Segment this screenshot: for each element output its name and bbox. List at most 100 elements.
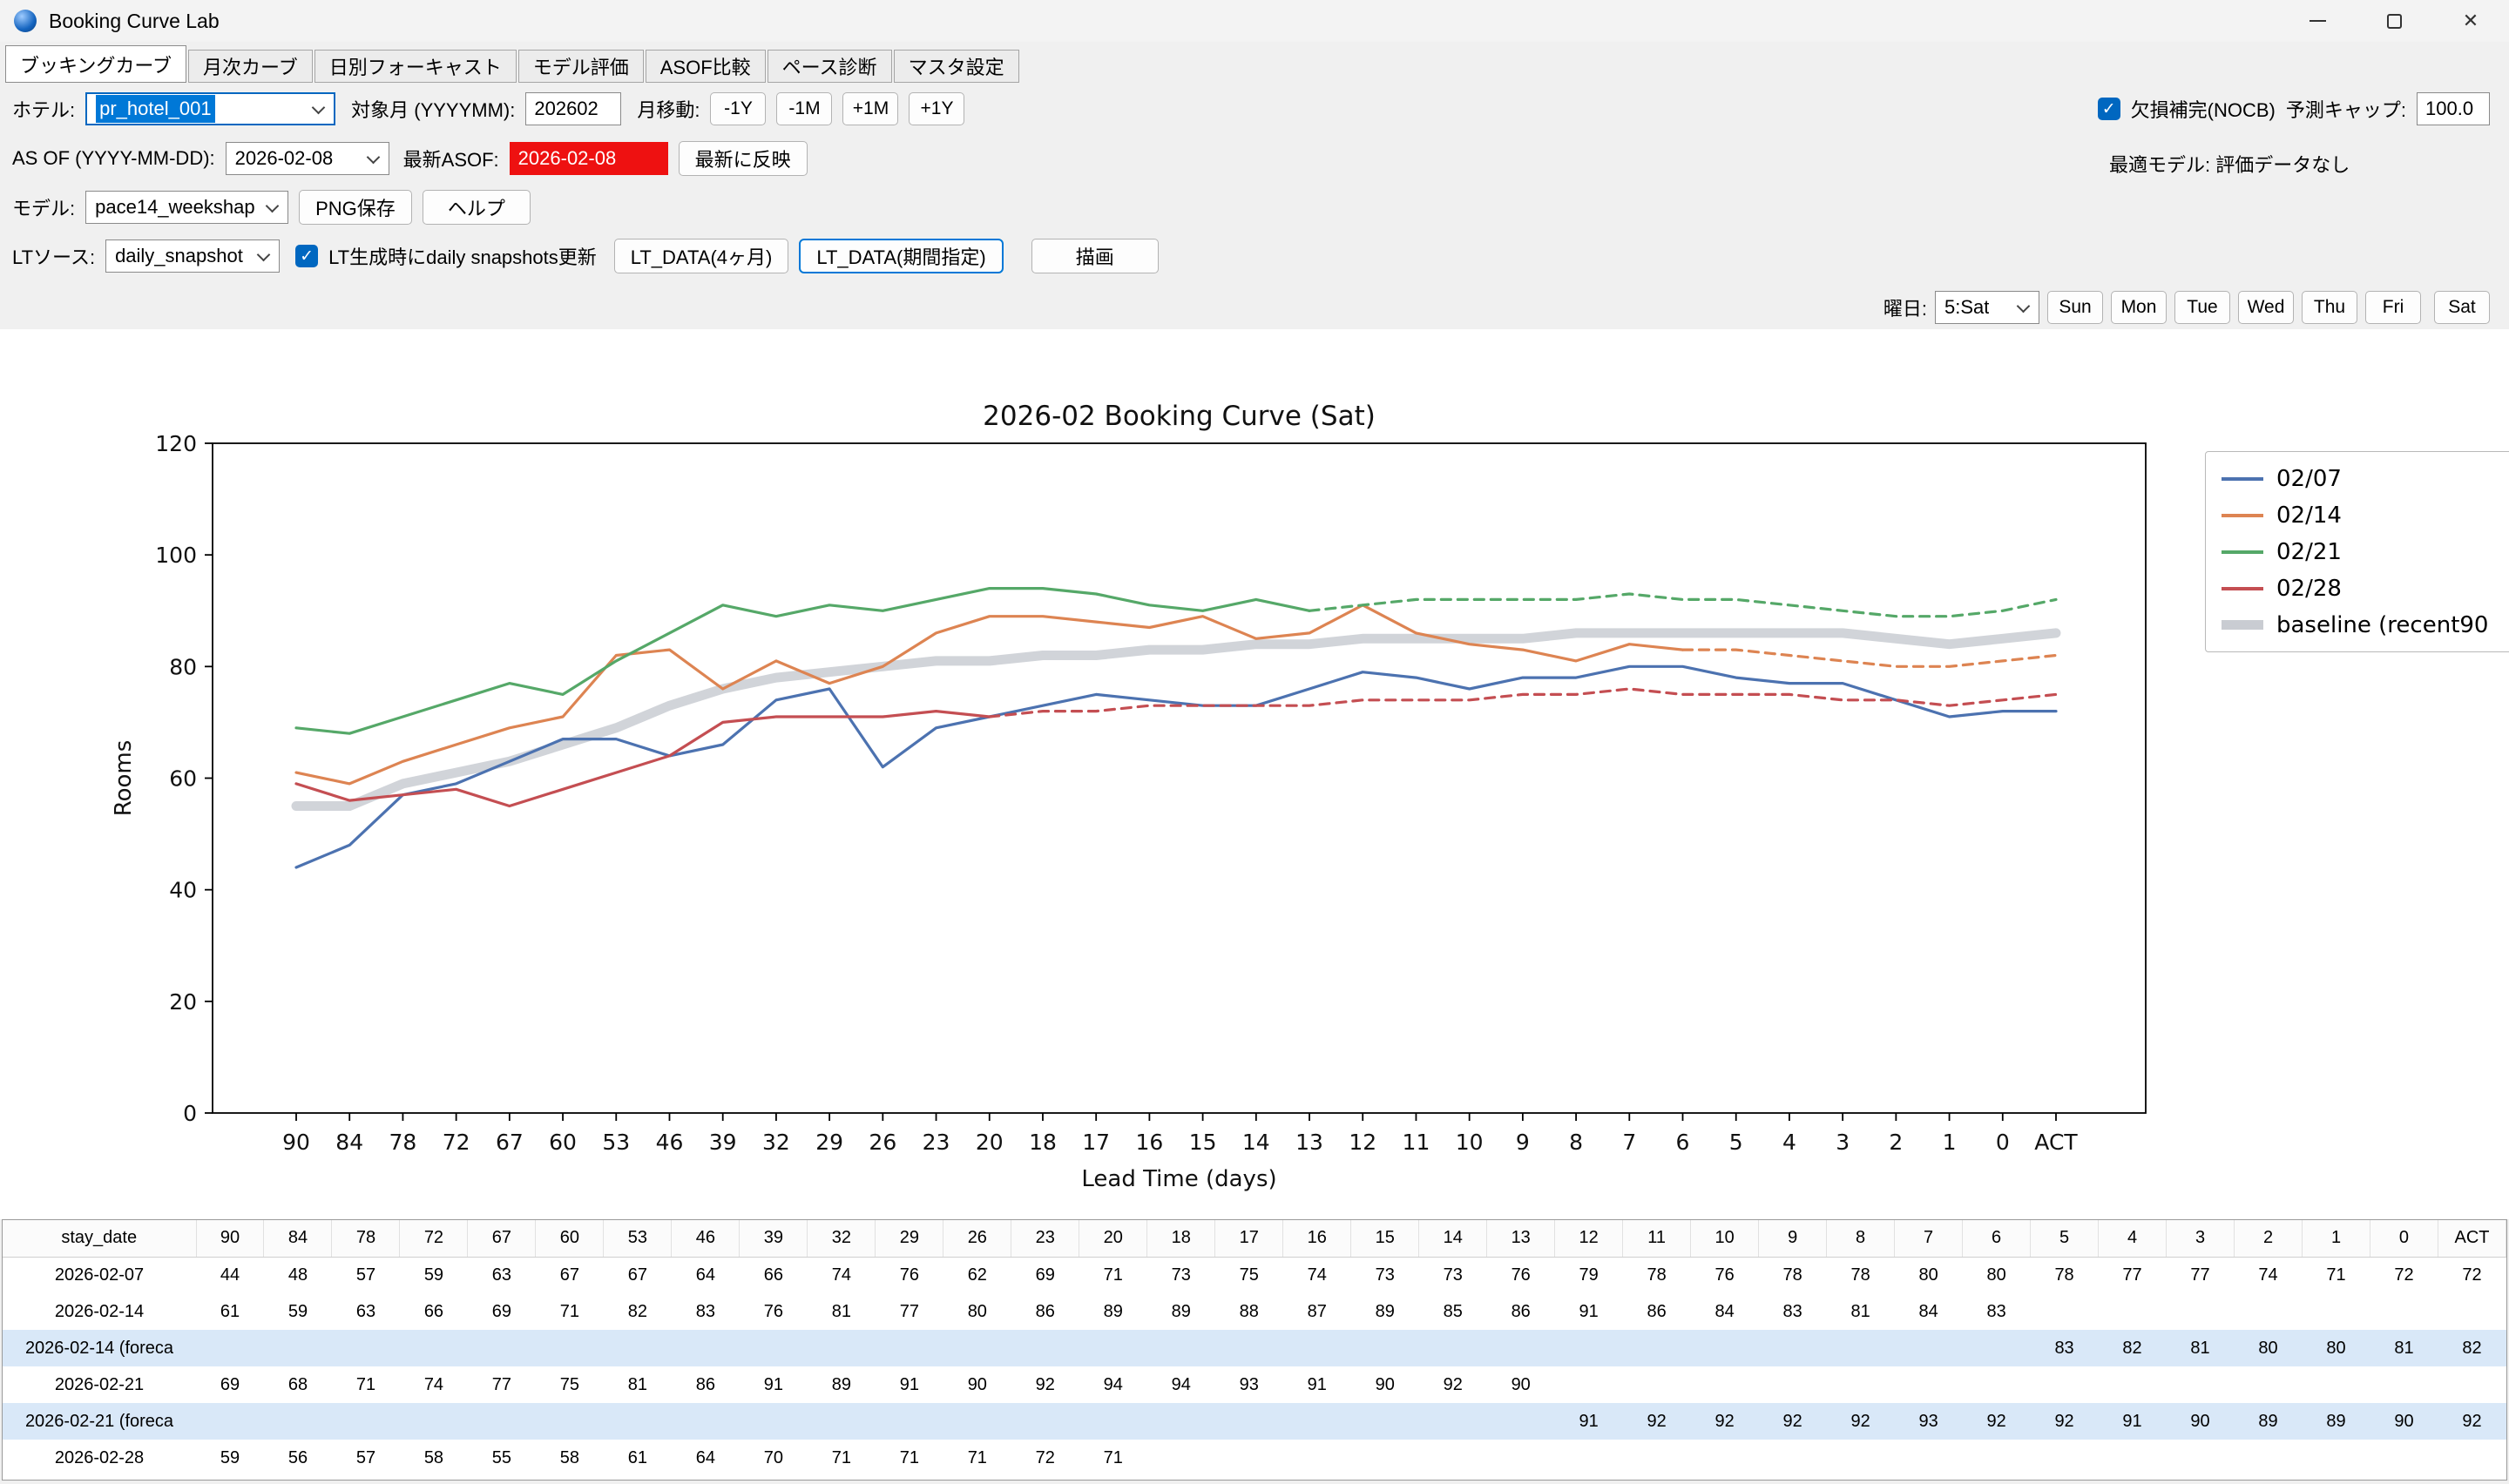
- column-header-53[interactable]: 53: [604, 1220, 672, 1257]
- svg-text:0: 0: [183, 1101, 197, 1126]
- column-header-18[interactable]: 18: [1147, 1220, 1215, 1257]
- column-header-67[interactable]: 67: [468, 1220, 536, 1257]
- value-cell: 93: [1895, 1403, 1963, 1440]
- dropdown-arrow-icon: [366, 150, 380, 164]
- column-header-1[interactable]: 1: [2303, 1220, 2370, 1257]
- tab-asof-compare[interactable]: ASOF比較: [646, 50, 766, 83]
- column-header-3[interactable]: 3: [2167, 1220, 2235, 1257]
- app-icon: [14, 10, 37, 32]
- column-header-12[interactable]: 12: [1555, 1220, 1623, 1257]
- column-header-15[interactable]: 15: [1351, 1220, 1419, 1257]
- tab-daily-forecast[interactable]: 日別フォーキャスト: [314, 50, 517, 83]
- draw-button[interactable]: 描画: [1031, 239, 1159, 273]
- column-header-13[interactable]: 13: [1487, 1220, 1555, 1257]
- table-row[interactable]: 2026-02-21 (foreca9192929292939292919089…: [3, 1403, 2506, 1440]
- weekday-select[interactable]: 5:Sat: [1935, 291, 2039, 324]
- value-cell: [1759, 1330, 1827, 1366]
- column-header-14[interactable]: 14: [1419, 1220, 1487, 1257]
- column-header-7[interactable]: 7: [1895, 1220, 1963, 1257]
- value-cell: 79: [1555, 1257, 1623, 1293]
- column-header-46[interactable]: 46: [672, 1220, 740, 1257]
- column-header-2[interactable]: 2: [2235, 1220, 2303, 1257]
- column-header-78[interactable]: 78: [332, 1220, 400, 1257]
- help-button[interactable]: ヘルプ: [423, 190, 531, 225]
- weekday-wed-button[interactable]: Wed: [2238, 291, 2294, 324]
- column-header-26[interactable]: 26: [943, 1220, 1011, 1257]
- shift-minus-1y-button[interactable]: -1Y: [710, 92, 766, 125]
- value-cell: [876, 1403, 943, 1440]
- value-cell: 81: [2167, 1330, 2235, 1366]
- weekday-sat-button[interactable]: Sat: [2434, 291, 2490, 324]
- close-button[interactable]: ✕: [2432, 0, 2509, 42]
- minimize-button[interactable]: [2279, 0, 2356, 42]
- column-header-17[interactable]: 17: [1215, 1220, 1283, 1257]
- png-save-button[interactable]: PNG保存: [299, 190, 412, 225]
- lt-data-range-button[interactable]: LT_DATA(期間指定): [799, 239, 1003, 273]
- value-cell: 69: [196, 1366, 264, 1403]
- nocb-checkbox[interactable]: ✓: [2098, 98, 2120, 120]
- column-header-ACT[interactable]: ACT: [2438, 1220, 2506, 1257]
- column-header-90[interactable]: 90: [196, 1220, 264, 1257]
- table-row[interactable]: 2026-02-07444857596367676466747662697173…: [3, 1257, 2506, 1293]
- weekday-sun-button[interactable]: Sun: [2047, 291, 2103, 324]
- weekday-thu-button[interactable]: Thu: [2302, 291, 2357, 324]
- value-cell: [264, 1330, 332, 1366]
- tab-model-eval[interactable]: モデル評価: [518, 50, 644, 83]
- lt-data-4m-button[interactable]: LT_DATA(4ヶ月): [614, 239, 789, 273]
- column-header-84[interactable]: 84: [264, 1220, 332, 1257]
- check-icon: ✓: [300, 246, 314, 266]
- forecast-cap-input[interactable]: [2417, 92, 2490, 125]
- tab-monthly-curve[interactable]: 月次カーブ: [188, 50, 313, 83]
- column-header-10[interactable]: 10: [1691, 1220, 1759, 1257]
- column-header-72[interactable]: 72: [400, 1220, 468, 1257]
- column-header-0[interactable]: 0: [2370, 1220, 2438, 1257]
- value-cell: 62: [943, 1257, 1011, 1293]
- column-header-39[interactable]: 39: [740, 1220, 808, 1257]
- tab-booking-curve[interactable]: ブッキングカーブ: [5, 45, 186, 83]
- column-header-29[interactable]: 29: [876, 1220, 943, 1257]
- column-header-60[interactable]: 60: [536, 1220, 604, 1257]
- weekday-select-value: 5:Sat: [1944, 296, 1989, 319]
- dropdown-arrow-icon: [257, 247, 271, 261]
- svg-text:2: 2: [1889, 1130, 1903, 1155]
- shift-plus-1y-button[interactable]: +1Y: [909, 92, 964, 125]
- column-header-16[interactable]: 16: [1283, 1220, 1351, 1257]
- table-row[interactable]: 2026-02-21696871747775818691899190929494…: [3, 1366, 2506, 1403]
- column-header-11[interactable]: 11: [1623, 1220, 1691, 1257]
- column-header-8[interactable]: 8: [1827, 1220, 1895, 1257]
- table-row[interactable]: 2026-02-14615963666971828376817780868989…: [3, 1293, 2506, 1330]
- column-header-4[interactable]: 4: [2099, 1220, 2167, 1257]
- control-row-1-right: ✓ 欠損補完(NOCB) 予測キャップ:: [2098, 91, 2490, 127]
- model-select[interactable]: pace14_weekshape: [85, 191, 288, 224]
- column-header-6[interactable]: 6: [1963, 1220, 2031, 1257]
- column-header-stay_date[interactable]: stay_date: [3, 1220, 196, 1257]
- tab-master-settings[interactable]: マスタ設定: [894, 50, 1019, 83]
- shift-plus-1m-button[interactable]: +1M: [842, 92, 898, 125]
- shift-minus-1m-button[interactable]: -1M: [776, 92, 832, 125]
- column-header-5[interactable]: 5: [2031, 1220, 2099, 1257]
- weekday-fri-button[interactable]: Fri: [2365, 291, 2421, 324]
- weekday-mon-button[interactable]: Mon: [2111, 291, 2167, 324]
- asof-label: AS OF (YYYY-MM-DD):: [12, 147, 215, 170]
- column-header-32[interactable]: 32: [808, 1220, 876, 1257]
- svg-text:20: 20: [976, 1130, 1004, 1155]
- maximize-button[interactable]: [2356, 0, 2432, 42]
- dropdown-arrow-icon: [312, 100, 326, 114]
- column-header-9[interactable]: 9: [1759, 1220, 1827, 1257]
- update-snapshots-checkbox[interactable]: ✓: [295, 245, 318, 267]
- lt-source-select[interactable]: daily_snapshot: [105, 239, 280, 273]
- column-header-20[interactable]: 20: [1079, 1220, 1147, 1257]
- target-month-input[interactable]: [525, 92, 621, 125]
- value-cell: 71: [808, 1440, 876, 1476]
- value-cell: 77: [2167, 1257, 2235, 1293]
- hotel-select[interactable]: pr_hotel_001: [85, 92, 335, 125]
- svg-text:90: 90: [282, 1130, 310, 1155]
- weekday-tue-button[interactable]: Tue: [2174, 291, 2230, 324]
- tab-pace-diagnosis[interactable]: ペース診断: [768, 50, 892, 83]
- apply-latest-button[interactable]: 最新に反映: [679, 141, 808, 176]
- value-cell: 76: [1487, 1257, 1555, 1293]
- column-header-23[interactable]: 23: [1011, 1220, 1079, 1257]
- table-row[interactable]: 2026-02-14 (foreca83828180808182: [3, 1330, 2506, 1366]
- asof-select[interactable]: 2026-02-08: [226, 142, 389, 175]
- table-row[interactable]: 2026-02-285956575855586164707171717271: [3, 1440, 2506, 1476]
